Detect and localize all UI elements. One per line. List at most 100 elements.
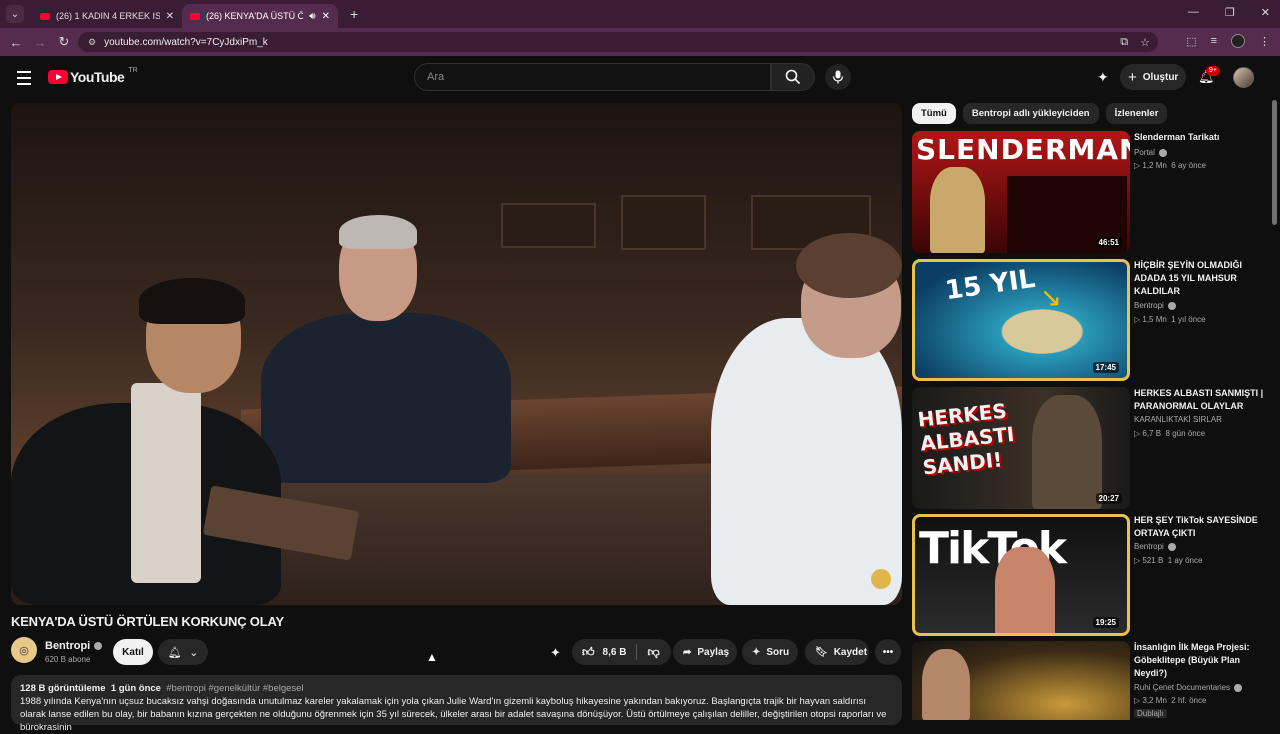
plus-icon: +	[1128, 68, 1137, 86]
forward-icon[interactable]: →	[28, 35, 52, 50]
filter-chips: Tümü Bentropi adlı yükleyiciden İzlenenl…	[912, 103, 1168, 124]
video-thumbnail[interactable]: 15 YIL ↘ 17:45	[912, 259, 1130, 381]
close-tab-icon[interactable]: ✕	[166, 11, 174, 22]
channel-avatar[interactable]: ◎	[11, 637, 37, 663]
hashtags[interactable]: #bentropi #genelkültür #belgesel	[166, 683, 303, 694]
youtube-header: YouTube TR Ara ✦ + Oluştur 🔔︎ 9+	[0, 56, 1280, 100]
chip-watched[interactable]: İzlenenler	[1105, 103, 1168, 124]
age-text: 6 ay önce	[1171, 161, 1206, 170]
video-player[interactable]	[11, 103, 902, 605]
description-box[interactable]: 128 B görüntüleme 1 gün önce #bentropi #…	[11, 675, 902, 733]
menu-kebab-icon[interactable]: ⋮	[1259, 35, 1270, 48]
page-scrollbar[interactable]	[1272, 100, 1277, 225]
thumbnail-figure	[930, 167, 985, 253]
mouse-cursor-icon: ▲	[426, 650, 438, 664]
bookmark-star-icon[interactable]: ☆	[1140, 36, 1150, 49]
save-button[interactable]: 🔖︎ Kaydet	[805, 639, 869, 665]
close-window-icon[interactable]: ✕	[1261, 6, 1270, 19]
close-tab-icon[interactable]: ✕	[322, 11, 330, 22]
user-avatar[interactable]	[1233, 67, 1254, 88]
share-label: Paylaş	[697, 646, 730, 658]
video-thumbnail[interactable]: TikTok 19:25	[912, 514, 1130, 636]
create-label: Oluştur	[1142, 71, 1179, 83]
join-button[interactable]: Katıl	[113, 639, 153, 665]
wood-panel	[501, 203, 596, 248]
browser-tab[interactable]: (26) 1 KADIN 4 ERKEK ISSIZ BİR ✕	[32, 4, 182, 28]
woman-hair	[796, 233, 902, 298]
url-text: youtube.com/watch?v=7CyJdxiPm_k	[104, 36, 268, 48]
address-bar[interactable]: ⚙ youtube.com/watch?v=7CyJdxiPm_k ⧉ ☆	[78, 32, 1158, 52]
recommendation-title: HERKES ALBASTI SANMIŞTI | PARANORMAL OLA…	[1134, 388, 1264, 411]
recommendation-channel: Bentropi	[1134, 542, 1176, 551]
video-thumbnail[interactable]: SLENDERMAN 46:51	[912, 131, 1130, 253]
voice-search-button[interactable]	[825, 64, 851, 90]
reload-icon[interactable]: ↻	[52, 34, 76, 50]
ai-summary-icon[interactable]: ✦	[550, 645, 561, 661]
new-tab-button[interactable]: +	[350, 6, 358, 22]
browser-toolbar: ← → ↻ ⚙ youtube.com/watch?v=7CyJdxiPm_k …	[0, 28, 1280, 56]
verified-icon	[1234, 683, 1243, 692]
save-label: Kaydet	[833, 646, 868, 658]
youtube-logo[interactable]: YouTube TR	[48, 67, 138, 85]
install-app-icon[interactable]: ⧉	[1120, 36, 1128, 49]
chevron-down-icon: ⌄	[189, 646, 199, 659]
more-actions-button[interactable]: •••	[875, 639, 901, 665]
video-thumbnail[interactable]	[912, 641, 1130, 720]
views-text: ▷ 3,2 Mn	[1134, 696, 1167, 705]
ai-assistant-icon[interactable]: ✦	[1097, 69, 1109, 86]
notification-badge: 9+	[1206, 66, 1220, 76]
profile-avatar-icon[interactable]	[1231, 34, 1245, 48]
chip-from-uploader[interactable]: Bentropi adlı yükleyiciden	[962, 103, 1099, 124]
duration-badge: 19:25	[1092, 617, 1119, 628]
man-in-suit	[261, 313, 511, 483]
ask-button[interactable]: ✦ Soru	[742, 639, 798, 665]
recommendation-meta: ▷ 3,2 Mn 2 hf. önce	[1134, 696, 1206, 705]
search-button[interactable]	[771, 63, 815, 91]
hamburger-menu-icon[interactable]	[17, 71, 31, 89]
create-button[interactable]: + Oluştur	[1120, 64, 1186, 90]
recommendation-item[interactable]: SLENDERMAN 46:51 Slenderman Tarikatı Por…	[912, 131, 1272, 253]
verified-icon	[94, 642, 103, 651]
back-icon[interactable]: ←	[4, 35, 28, 50]
browser-tab-active[interactable]: (26) KENYA'DA ÜSTÜ ÖRTÜ 🔊︎ ✕	[182, 4, 338, 28]
restore-icon[interactable]: ❐	[1225, 6, 1235, 19]
site-info-icon[interactable]: ⚙	[88, 37, 96, 48]
recommendation-title: HER ŞEY TikTok SAYESİNDE ORTAYA ÇIKTI	[1134, 515, 1258, 538]
recommendation-item[interactable]: HERKES ALBASTI SANDI! 20:27 HERKES ALBAS…	[912, 387, 1272, 509]
recommendation-item[interactable]: 15 YIL ↘ 17:45 HİÇBİR ŞEYİN OLMADIĞI ADA…	[912, 259, 1272, 381]
recommendation-title: Slenderman Tarikatı	[1134, 132, 1220, 142]
share-button[interactable]: ➦ Paylaş	[673, 639, 737, 665]
speaker-icon[interactable]: 🔊︎	[309, 11, 315, 22]
thumbnail-text: HERKES ALBASTI SANDI!	[916, 398, 1016, 480]
recommendation-meta: ▷ 1,5 Mn 1 yıl önce	[1134, 315, 1206, 324]
duration-badge: 17:45	[1092, 362, 1119, 373]
subscription-bell-button[interactable]: 🔔︎ ⌄	[158, 639, 208, 665]
channel-name-text: Bentropi	[45, 640, 91, 652]
tab-search-button[interactable]: ⌄	[6, 5, 24, 23]
like-count: 8,6 B	[602, 646, 627, 658]
age-text: 2 hf. önce	[1171, 696, 1207, 705]
recommendation-item[interactable]: TikTok 19:25 HER ŞEY TikTok SAYESİNDE OR…	[912, 514, 1272, 636]
thumbnail-figure	[995, 547, 1055, 633]
media-control-icon[interactable]: ≡	[1211, 35, 1217, 47]
age-text: 1 yıl önce	[1171, 315, 1206, 324]
divider	[636, 644, 638, 660]
recommendation-title: İnsanlığın İlk Mega Projesi: Göbeklitepe…	[1134, 642, 1250, 678]
video-thumbnail[interactable]: HERKES ALBASTI SANDI! 20:27	[912, 387, 1130, 509]
recommendation-item[interactable]: İnsanlığın İlk Mega Projesi: Göbeklitepe…	[912, 641, 1272, 720]
channel-watermark-icon[interactable]	[871, 569, 891, 589]
recommendation-channel: Bentropi	[1134, 301, 1176, 310]
recommendation-meta: ▷ 1,2 Mn 6 ay önce	[1134, 161, 1206, 170]
extensions-icon[interactable]: ⬚	[1186, 35, 1196, 48]
lawyer-hair	[139, 278, 245, 324]
search-input[interactable]: Ara	[414, 63, 771, 91]
thumbs-down-icon[interactable]: 👎︎	[647, 645, 659, 660]
chip-all[interactable]: Tümü	[912, 103, 956, 124]
channel-name[interactable]: Bentropi	[45, 640, 103, 652]
minimize-icon[interactable]: —	[1188, 6, 1199, 19]
thumbs-up-icon[interactable]: 👍︎	[582, 645, 595, 660]
views-text: ▷ 1,2 Mn	[1134, 161, 1167, 170]
wood-panel	[621, 195, 706, 250]
age-text: 1 ay önce	[1167, 556, 1203, 565]
verified-icon	[1167, 301, 1176, 310]
